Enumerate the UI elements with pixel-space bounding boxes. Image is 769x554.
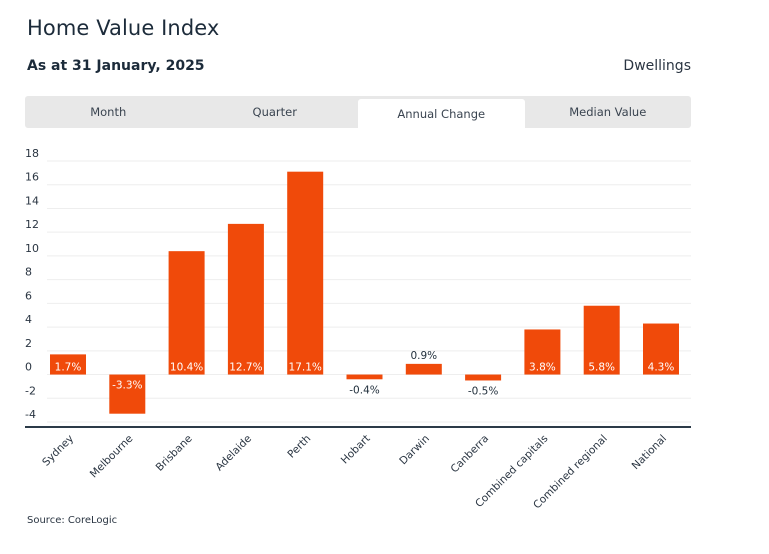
bar-darwin[interactable] <box>405 363 442 375</box>
x-category-label: Hobart <box>339 433 373 467</box>
bar-chart: 181614121086420-2-4 1.7%-3.3%10.4% 12.7% 1… <box>25 147 691 510</box>
tab-median-value[interactable]: Median Value <box>525 96 692 128</box>
x-axis-categories: Sydney Melbourne Brisbane Adelaide Perth Hoba… <box>40 433 669 510</box>
x-category-label: Melbourne <box>88 433 136 481</box>
x-category-label: Canberra <box>448 433 491 476</box>
y-tick-label: 12 <box>25 218 39 231</box>
x-category-label: National <box>630 433 669 472</box>
x-category-label: Sydney <box>40 433 76 469</box>
y-axis-ticks: 18 16 14 12 10 8 6 4 2 0 -2 -4 <box>25 147 39 421</box>
data-label: 4.3% <box>648 362 675 374</box>
data-label: 1.7% <box>55 362 82 374</box>
data-label: -0.5% <box>468 385 498 397</box>
tab-annual-change[interactable]: Annual Change <box>358 99 525 128</box>
y-tick-label: -4 <box>25 408 36 421</box>
x-category-label: Darwin <box>397 433 432 468</box>
y-tick-label: 6 <box>25 289 32 302</box>
y-tick-label: 14 <box>25 194 39 207</box>
data-label: -0.4% <box>349 384 379 396</box>
as-at-date: As at 31 January, 2025 <box>27 58 205 74</box>
y-tick-label: 4 <box>25 313 32 326</box>
bar-brisbane[interactable] <box>168 251 205 375</box>
bar-perth[interactable] <box>287 171 324 375</box>
y-tick-label: 16 <box>25 171 39 184</box>
x-category-label: Adelaide <box>213 433 254 474</box>
data-label: 17.1% <box>289 362 322 374</box>
x-category-label: Brisbane <box>154 433 195 474</box>
bar-adelaide[interactable] <box>227 223 264 375</box>
tab-month[interactable]: Month <box>25 96 192 128</box>
data-label: 5.8% <box>588 362 615 374</box>
bar-canberra[interactable] <box>465 374 502 381</box>
y-tick-label: 0 <box>25 361 32 374</box>
data-label: 10.4% <box>170 362 203 374</box>
y-tick-label: 2 <box>25 337 32 350</box>
data-label: 0.9% <box>410 350 437 362</box>
data-label: 3.8% <box>529 362 556 374</box>
property-type-label: Dwellings <box>623 58 691 74</box>
data-label: -3.3% <box>112 380 142 392</box>
y-tick-label: 10 <box>25 242 39 255</box>
page-title: Home Value Index <box>27 16 220 40</box>
bar-hobart[interactable] <box>346 374 383 380</box>
data-labels: 1.7% -3.3% 10.4% 12.7% 17.1% -0.4% 0.9% -0.5% 3.… <box>55 350 675 398</box>
source-note: Source: CoreLogic <box>27 515 118 526</box>
y-tick-label: 8 <box>25 266 32 279</box>
period-tabs: Month Quarter Annual Change Median Value <box>25 96 691 128</box>
y-tick-label: -2 <box>25 384 36 397</box>
x-category-label: Perth <box>285 433 313 461</box>
tab-quarter[interactable]: Quarter <box>192 96 359 128</box>
y-tick-label: 18 <box>25 147 39 160</box>
data-label: 12.7% <box>229 362 262 374</box>
